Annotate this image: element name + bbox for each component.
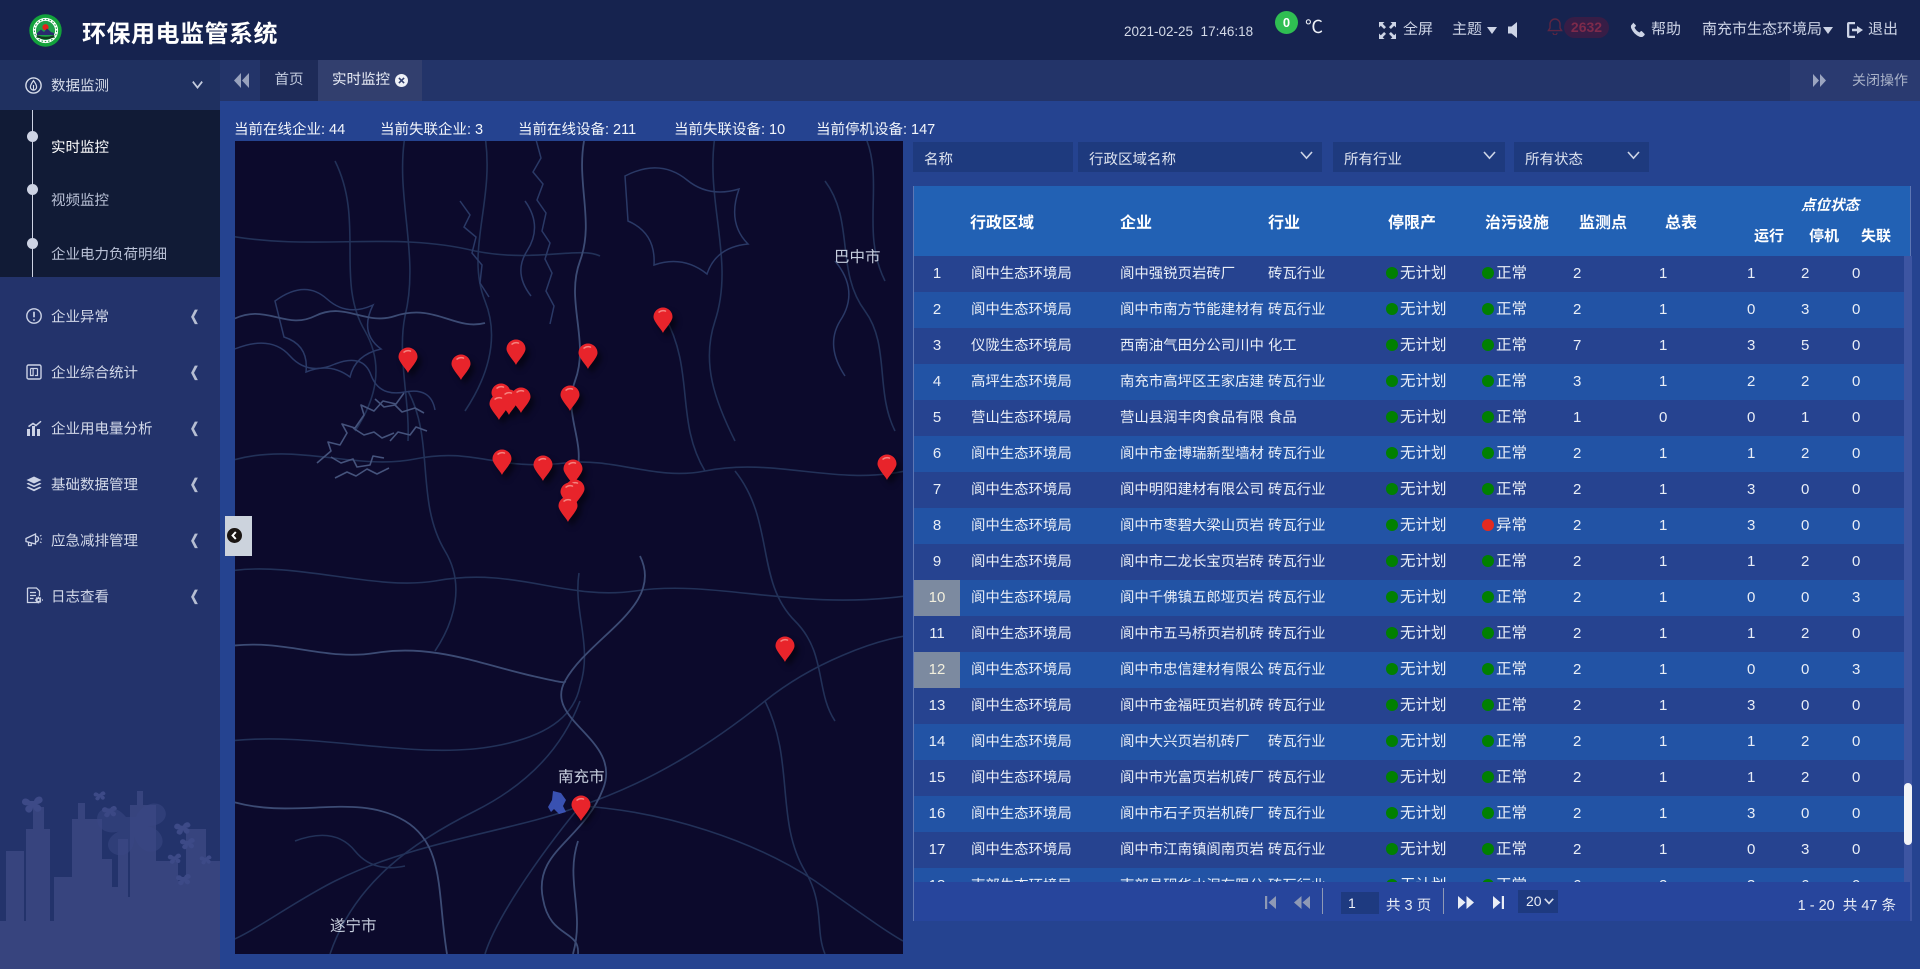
svg-text:巴中市: 巴中市 — [834, 248, 881, 266]
svg-text:遂宁市: 遂宁市 — [330, 917, 377, 935]
svg-text:南充市: 南充市 — [558, 768, 605, 786]
